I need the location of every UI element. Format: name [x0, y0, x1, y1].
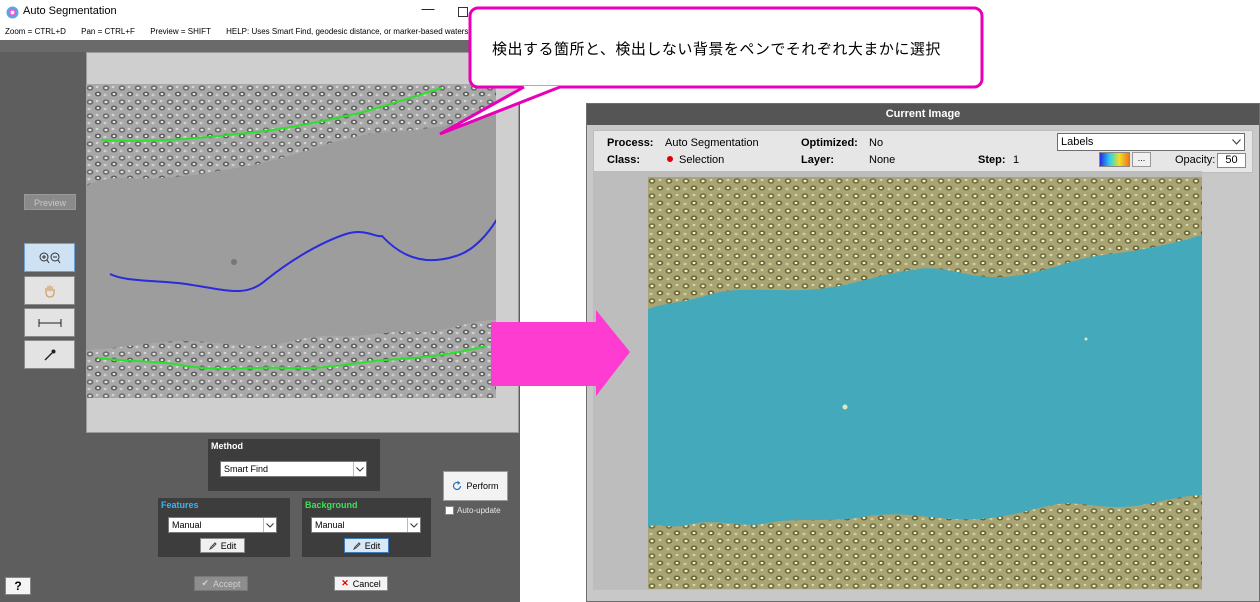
pencil-icon	[208, 541, 217, 550]
title-bar: Auto Segmentation —	[0, 0, 520, 24]
optimized-value: No	[869, 137, 884, 149]
background-label: Background	[305, 500, 358, 510]
refresh-icon	[453, 481, 462, 491]
segmented-image[interactable]	[648, 177, 1202, 589]
method-select-value: Smart Find	[224, 464, 269, 474]
features-label: Features	[161, 500, 199, 510]
measure-tool-button[interactable]	[24, 308, 75, 337]
maximize-button[interactable]	[458, 7, 468, 17]
layer-value: None	[869, 154, 896, 166]
auto-update-checkbox[interactable]: Auto-update	[445, 506, 501, 515]
step-value: 1	[1013, 154, 1020, 166]
background-edit-label: Edit	[364, 540, 381, 551]
pencil-icon	[352, 541, 361, 550]
callout-text: 検出する箇所と、検出しない背景をペンでそれぞれ大まかに選択	[492, 41, 941, 58]
chevron-down-icon	[263, 518, 276, 532]
measure-icon	[38, 318, 61, 327]
step-label: Step:	[978, 154, 1006, 166]
chevron-down-icon	[407, 518, 420, 532]
accept-label: Accept	[213, 578, 241, 589]
cancel-label: Cancel	[352, 578, 381, 589]
close-icon: ✕	[341, 578, 349, 588]
preview-button[interactable]: Preview	[24, 194, 76, 210]
perform-button[interactable]: Perform	[443, 471, 508, 501]
background-select-value: Manual	[315, 520, 345, 530]
eyedropper-icon	[44, 349, 55, 360]
current-image-title: Current Image	[587, 104, 1259, 125]
zoom-tool-button[interactable]	[24, 243, 75, 272]
class-color-dot	[667, 156, 673, 163]
perform-label: Perform	[466, 481, 499, 491]
colormap-options-button[interactable]: ...	[1132, 152, 1151, 167]
class-value: Selection	[679, 154, 725, 166]
help-bar: Zoom = CTRL+D Pan = CTRL+F Preview = SHI…	[0, 24, 520, 40]
microscope-image-graphic	[86, 84, 496, 398]
features-select[interactable]: Manual	[168, 517, 277, 533]
app-icon	[6, 6, 19, 19]
chevron-down-icon	[353, 462, 366, 476]
auto-update-label: Auto-update	[457, 506, 501, 515]
zoom-in-out-icon	[39, 252, 60, 263]
panel-top-strip	[0, 40, 520, 52]
optimized-label: Optimized:	[801, 137, 858, 149]
zoom-shortcut-text: Zoom = CTRL+D	[5, 27, 66, 36]
minimize-button[interactable]: —	[420, 2, 436, 20]
class-label: Class:	[607, 154, 641, 166]
colormap-swatch[interactable]	[1099, 152, 1130, 167]
class-value-wrap: Selection	[667, 154, 724, 166]
checkmark-icon: ✔	[201, 578, 210, 588]
process-label: Process:	[607, 137, 654, 149]
chevron-down-icon	[1229, 134, 1244, 150]
opacity-label: Opacity:	[1175, 154, 1216, 166]
microscope-image[interactable]	[86, 84, 496, 398]
layer-label: Layer:	[801, 154, 835, 166]
pan-tool-button[interactable]	[24, 276, 75, 305]
opacity-input[interactable]: 50	[1217, 153, 1246, 168]
features-edit-button[interactable]: Edit	[200, 538, 245, 553]
background-select[interactable]: Manual	[311, 517, 421, 533]
features-select-value: Manual	[172, 520, 202, 530]
background-edit-button[interactable]: Edit	[344, 538, 389, 553]
method-label: Method	[211, 441, 243, 451]
process-value: Auto Segmentation	[665, 137, 759, 149]
help-button[interactable]: ?	[5, 577, 31, 595]
window-title: Auto Segmentation	[23, 5, 117, 17]
hand-icon	[44, 285, 55, 298]
features-edit-label: Edit	[220, 540, 237, 551]
cancel-button[interactable]: ✕ Cancel	[334, 576, 388, 591]
checkbox-box	[445, 506, 454, 515]
preview-shortcut-text: Preview = SHIFT	[150, 27, 211, 36]
help-text: HELP: Uses Smart Find, geodesic distance…	[226, 27, 520, 36]
display-select-value: Labels	[1061, 136, 1094, 148]
display-select[interactable]: Labels	[1057, 133, 1245, 151]
accept-button[interactable]: ✔ Accept	[194, 576, 248, 591]
segmented-image-graphic	[648, 177, 1202, 589]
eyedropper-tool-button[interactable]	[24, 340, 75, 369]
pan-shortcut-text: Pan = CTRL+F	[81, 27, 135, 36]
method-select[interactable]: Smart Find	[220, 461, 367, 477]
